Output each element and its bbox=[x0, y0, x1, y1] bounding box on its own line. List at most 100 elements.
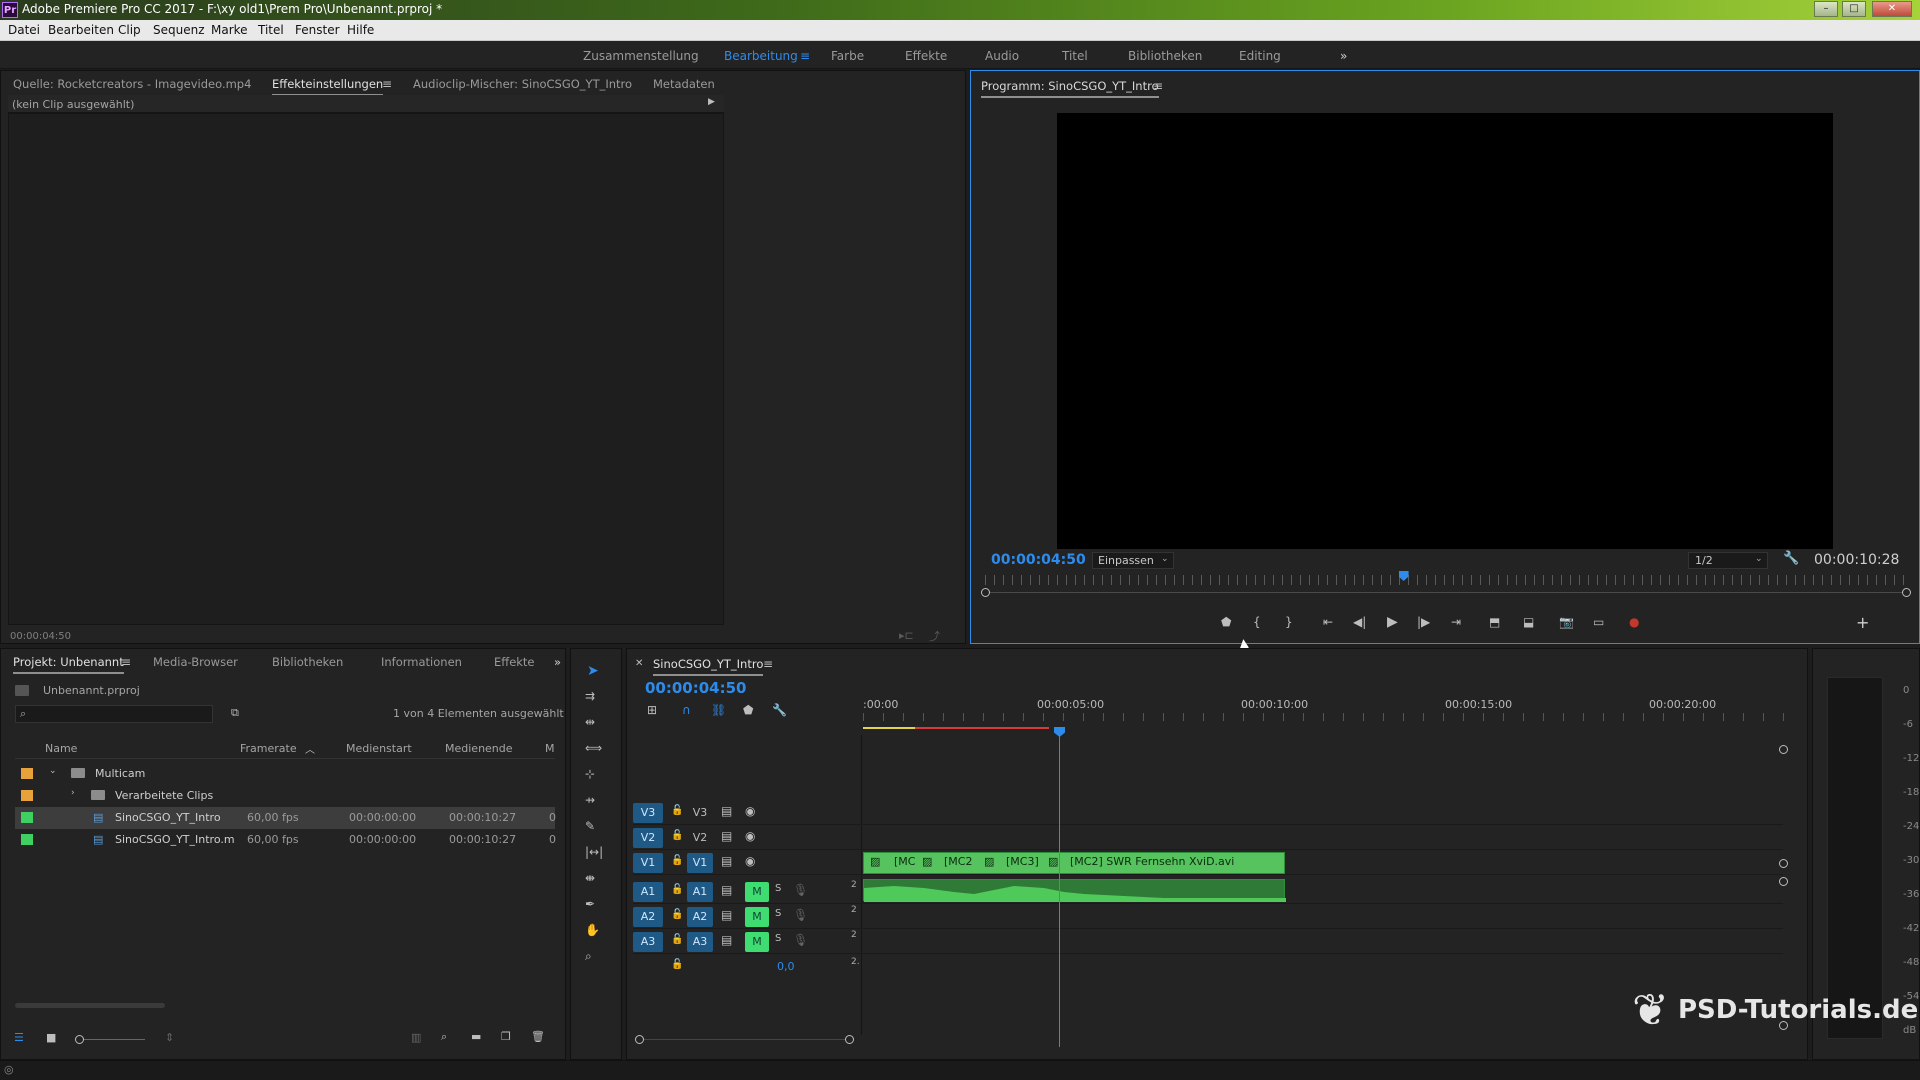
nest-toggle-icon[interactable]: ⊞ bbox=[647, 703, 657, 717]
resolution-dropdown[interactable]: 1/2 ⌄ bbox=[1688, 552, 1768, 569]
tab-audio-mixer[interactable]: Audioclip-Mischer: SinoCSGO_YT_Intro bbox=[413, 77, 632, 91]
track-name-a1[interactable]: A1 bbox=[687, 882, 713, 902]
label-color-swatch[interactable] bbox=[21, 834, 33, 845]
track-name-v1[interactable]: V1 bbox=[687, 853, 713, 873]
workspace-effekte[interactable]: Effekte bbox=[905, 49, 947, 63]
track-name-a2[interactable]: A2 bbox=[687, 907, 713, 927]
workspace-titel[interactable]: Titel bbox=[1062, 49, 1088, 63]
new-bin-icon[interactable]: ▬ bbox=[471, 1030, 481, 1043]
razor-tool-icon[interactable]: ✎ bbox=[585, 819, 595, 833]
wrench-icon[interactable]: 🔧 bbox=[1783, 551, 1799, 566]
col-medienende[interactable]: Medienende bbox=[445, 742, 513, 755]
sync-lock-icon[interactable]: ▤ bbox=[721, 854, 732, 868]
list-view-icon[interactable]: ☰ bbox=[14, 1031, 24, 1044]
go-to-out-icon[interactable]: ⇥ bbox=[1451, 615, 1461, 629]
add-marker-icon[interactable]: ⬟ bbox=[1221, 615, 1231, 629]
menu-clip[interactable]: Clip bbox=[118, 23, 141, 37]
list-item[interactable]: ▤ SinoCSGO_YT_Intro.m 60,00 fps 00:00:00… bbox=[15, 829, 556, 851]
project-search-input[interactable]: ⌕ bbox=[15, 705, 213, 723]
zoom-tool-icon[interactable]: ⌕ bbox=[585, 949, 592, 964]
col-name[interactable]: Name bbox=[45, 742, 77, 755]
lock-icon[interactable]: 🔓 bbox=[671, 909, 683, 920]
find-bin-icon[interactable]: ⧉ bbox=[231, 706, 239, 720]
timeline-ruler[interactable] bbox=[863, 695, 1785, 735]
source-patch-a1[interactable]: A1 bbox=[633, 882, 663, 902]
vertical-zoom-handle[interactable] bbox=[1779, 745, 1788, 754]
filter-icon[interactable]: ▸⊏ bbox=[899, 629, 914, 642]
slip-tool-icon[interactable]: |↔| bbox=[585, 845, 603, 859]
timeline-timecode[interactable]: 00:00:04:50 bbox=[645, 679, 747, 697]
master-volume[interactable]: 0,0 bbox=[777, 960, 795, 973]
audio-clip[interactable] bbox=[863, 879, 1286, 902]
list-item[interactable]: ▤ SinoCSGO_YT_Intro 60,00 fps 00:00:00:0… bbox=[15, 807, 556, 829]
eye-icon[interactable]: ◉ bbox=[745, 854, 755, 868]
slide-tool-icon[interactable]: ⇼ bbox=[585, 871, 595, 885]
tab-libraries[interactable]: Bibliotheken bbox=[272, 655, 343, 669]
menu-bearbeiten[interactable]: Bearbeiten bbox=[48, 23, 114, 37]
add-marker-icon[interactable]: ⬟ bbox=[743, 703, 753, 717]
horizontal-scrollbar[interactable] bbox=[15, 1003, 165, 1008]
source-patch-v2[interactable]: V2 bbox=[633, 828, 663, 848]
timeline-playhead[interactable] bbox=[1059, 727, 1060, 1047]
tab-metadata[interactable]: Metadaten bbox=[653, 77, 715, 91]
new-item-icon[interactable]: ❐ bbox=[501, 1030, 511, 1043]
workspace-zusammenstellung[interactable]: Zusammenstellung bbox=[583, 49, 699, 63]
ripple-edit-tool-icon[interactable]: ⇹ bbox=[585, 715, 595, 729]
sync-lock-icon[interactable]: ▤ bbox=[721, 933, 732, 947]
project-menu-icon[interactable]: ≡ bbox=[121, 655, 131, 669]
source-patch-a2[interactable]: A2 bbox=[633, 907, 663, 927]
lock-icon[interactable]: 🔓 bbox=[671, 884, 683, 895]
program-current-timecode[interactable]: 00:00:04:50 bbox=[991, 552, 1086, 568]
col-framerate[interactable]: Framerate bbox=[240, 742, 297, 755]
workspace-overflow-icon[interactable]: » bbox=[1340, 49, 1347, 63]
lift-icon[interactable]: ⬒ bbox=[1489, 615, 1500, 629]
lock-icon[interactable]: 🔓 bbox=[671, 959, 683, 970]
col-medienstart[interactable]: Medienstart bbox=[346, 742, 412, 755]
solo-button[interactable]: S bbox=[775, 908, 781, 919]
fit-dropdown[interactable]: Einpassen ⌄ bbox=[1092, 552, 1174, 569]
eye-icon[interactable]: ◉ bbox=[745, 804, 755, 818]
microphone-icon[interactable]: 🎙 bbox=[793, 883, 808, 897]
solo-button[interactable]: S bbox=[775, 933, 781, 944]
tab-source[interactable]: Quelle: Rocketcreators - Imagevideo.mp4 bbox=[13, 77, 251, 91]
snap-icon[interactable]: ∩ bbox=[682, 703, 691, 717]
menu-fenster[interactable]: Fenster bbox=[295, 23, 340, 37]
rate-stretch-tool-icon[interactable]: ⊹ bbox=[585, 767, 595, 781]
tab-project[interactable]: Projekt: Unbenannt bbox=[13, 655, 124, 674]
tab-info[interactable]: Informationen bbox=[381, 655, 462, 669]
sync-lock-icon[interactable]: ▤ bbox=[721, 804, 732, 818]
mute-button[interactable]: M bbox=[745, 882, 769, 902]
workspace-menu-icon[interactable]: ≡ bbox=[800, 49, 810, 63]
sync-lock-icon[interactable]: ▤ bbox=[721, 829, 732, 843]
hand-tool-icon[interactable]: ✋ bbox=[585, 923, 600, 937]
source-patch-a3[interactable]: A3 bbox=[633, 932, 663, 952]
chevron-down-icon[interactable]: ⌄ bbox=[49, 766, 57, 776]
horizontal-zoom-handle[interactable] bbox=[635, 1035, 644, 1044]
tab-media-browser[interactable]: Media-Browser bbox=[153, 655, 238, 669]
track-name-v2[interactable]: V2 bbox=[687, 828, 713, 848]
tab-effects[interactable]: Effekte bbox=[494, 655, 535, 669]
program-title[interactable]: Programm: SinoCSGO_YT_Intro bbox=[981, 79, 1159, 98]
camera-icon[interactable]: 📷 bbox=[1559, 615, 1574, 629]
horizontal-zoom-handle[interactable] bbox=[845, 1035, 854, 1044]
linked-selection-icon[interactable]: ⛓ bbox=[711, 703, 726, 717]
minimize-icon[interactable]: – bbox=[1814, 1, 1838, 17]
project-overflow-icon[interactable]: » bbox=[554, 655, 561, 669]
label-color-swatch[interactable] bbox=[21, 790, 33, 801]
workspace-editing[interactable]: Editing bbox=[1239, 49, 1281, 63]
zoom-slider[interactable] bbox=[77, 1039, 145, 1040]
workspace-farbe[interactable]: Farbe bbox=[831, 49, 864, 63]
microphone-icon[interactable]: 🎙 bbox=[793, 933, 808, 947]
label-color-swatch[interactable] bbox=[21, 812, 33, 823]
play-icon[interactable]: ▶ bbox=[1387, 614, 1398, 630]
solo-button[interactable]: S bbox=[775, 883, 781, 894]
lock-icon[interactable]: 🔓 bbox=[671, 805, 683, 816]
mark-out-icon[interactable]: } bbox=[1285, 615, 1293, 629]
menu-sequenz[interactable]: Sequenz bbox=[153, 23, 205, 37]
trash-icon[interactable]: 🗑 bbox=[531, 1030, 545, 1043]
close-icon[interactable]: ✕ bbox=[1872, 1, 1912, 17]
sync-lock-icon[interactable]: ▤ bbox=[721, 883, 732, 897]
video-clip-group[interactable]: ▨ [MC ▨ [MC2 ▨ [MC3] ▨ [MC2] SWR Fernseh… bbox=[863, 852, 1285, 874]
sequence-menu-icon[interactable]: ≡ bbox=[763, 657, 773, 671]
source-patch-v3[interactable]: V3 bbox=[633, 803, 663, 823]
